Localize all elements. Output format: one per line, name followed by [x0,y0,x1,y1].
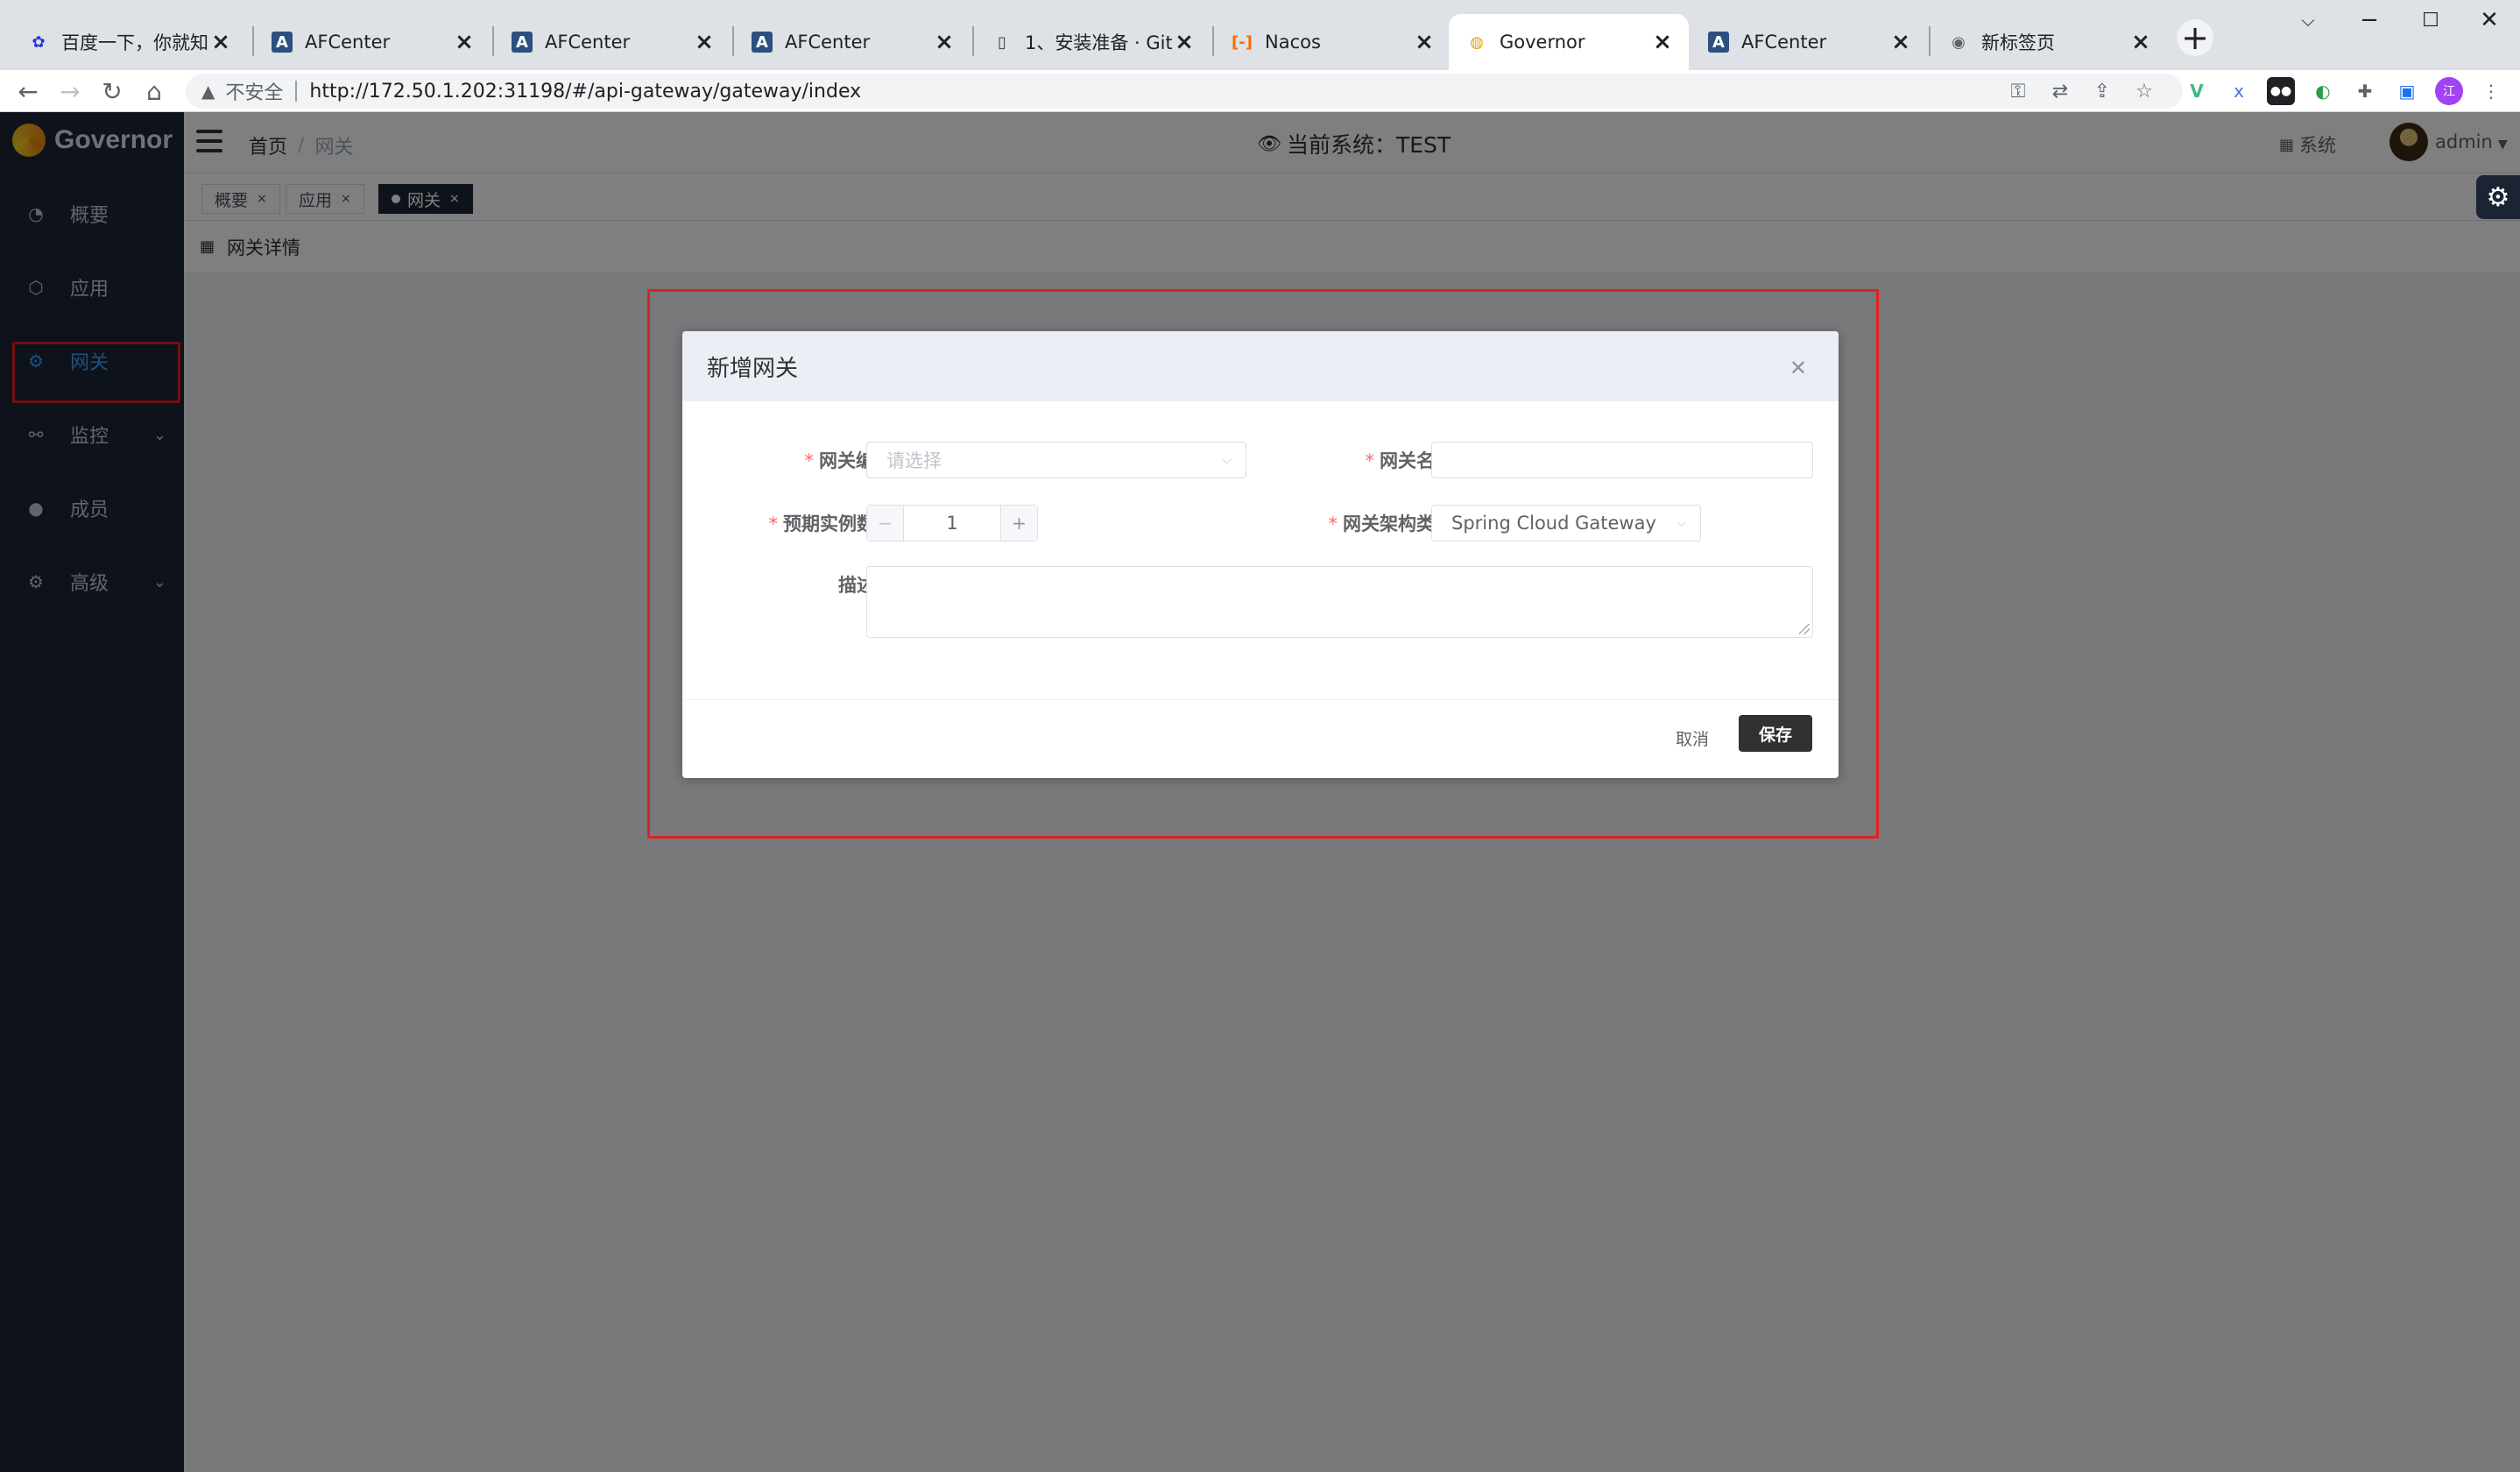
description-textarea[interactable] [866,566,1813,638]
browser-tab[interactable]: ▯ 1、安装准备 · GitBoo × [974,14,1211,70]
close-tab-icon[interactable]: × [1172,29,1196,55]
chevron-down-icon: ⌵ [1222,453,1232,467]
instances-stepper[interactable]: − 1 + [866,505,1038,541]
tab-title: AFCenter [545,32,631,53]
required-star: * [1365,450,1375,471]
gateway-name-label: * 网关名称 [1295,447,1454,473]
dialog-title: 新增网关 [707,355,799,382]
new-tab-button[interactable]: + [2177,18,2213,57]
extension-icon[interactable]: ●● [2267,77,2295,105]
required-star: * [804,450,815,471]
gateway-code-select[interactable]: 请选择 ⌵ [866,442,1246,478]
arch-type-select[interactable]: Spring Cloud Gateway ⌵ [1431,505,1701,541]
baidu-icon: ✿ [32,32,46,52]
resize-handle-icon[interactable] [1799,624,1810,634]
nacos-icon: [-] [1232,32,1253,52]
cancel-button-label: 取消 [1676,729,1710,749]
close-icon[interactable]: ✕ [1789,356,1807,380]
arch-type-label: * 网关架构类型 [1260,510,1454,536]
vue-devtools-icon[interactable]: V [2183,77,2211,105]
required-star: * [1328,513,1338,534]
close-window-icon[interactable]: ✕ [2459,0,2520,40]
tab-title: AFCenter [785,32,871,53]
tab-search-icon[interactable]: ⌵ [2277,0,2339,40]
browser-tab[interactable]: [-] Nacos × [1214,14,1451,70]
browser-toolbar: ← → ↻ ⌂ ▲ 不安全 http://172.50.1.202:31198/… [0,70,2520,112]
address-divider [295,81,298,102]
dialog-header: 新增网关 [682,331,1839,401]
tab-title: AFCenter [1741,32,1827,53]
book-icon: ▯ [998,32,1006,52]
globe-icon: ◉ [1952,32,1966,52]
tab-title: Nacos [1265,32,1321,53]
key-icon[interactable]: ⚿ [2001,74,2036,109]
browser-tab-strip: ✿ 百度一下，你就知道 × A AFCenter × A AFCenter × … [0,0,2520,70]
gateway-code-placeholder: 请选择 [886,450,942,471]
tab-title: 1、安装准备 · GitBoo [1025,32,1172,53]
close-tab-icon[interactable]: × [208,29,233,55]
dialog-footer-divider [682,699,1839,700]
tab-title: 百度一下，你就知道 [61,32,208,53]
home-icon[interactable]: ⌂ [137,74,172,109]
instances-label-text: 预期实例数 [783,513,875,534]
afcenter-icon: A [752,32,773,53]
increment-button[interactable]: + [1000,506,1037,541]
afcenter-icon: A [272,32,293,53]
instances-value[interactable]: 1 [904,506,1000,541]
arch-type-value: Spring Cloud Gateway [1451,513,1656,534]
back-icon[interactable]: ← [11,74,46,109]
afcenter-icon: A [512,32,533,53]
save-button-label: 保存 [1758,725,1792,745]
add-gateway-dialog: 新增网关 ✕ * 网关编码 请选择 ⌵ * 网关名称 * 预期实例数 − 1 + * 网… [682,331,1839,778]
chevron-down-icon: ⌵ [1676,516,1686,530]
close-tab-icon[interactable]: × [692,29,716,55]
browser-tab-active[interactable]: ◍ Governor × [1449,14,1689,70]
tab-title: AFCenter [305,32,391,53]
more-menu-icon[interactable]: ⋮ [2477,77,2505,105]
browser-tab[interactable]: ✿ 百度一下，你就知道 × [11,14,247,70]
governor-icon: ◍ [1470,32,1484,52]
x-extension-icon[interactable]: x [2225,77,2253,105]
gateway-name-input[interactable] [1431,442,1813,478]
afcenter-icon: A [1708,32,1729,53]
sidepanel-icon[interactable]: ▣ [2393,77,2421,105]
translate-icon[interactable]: ⇄ [2043,74,2078,109]
browser-tab[interactable]: A AFCenter × [494,14,731,70]
close-tab-icon[interactable]: × [1412,29,1436,55]
security-label: 不安全 [225,82,284,104]
browser-tab[interactable]: A AFCenter × [734,14,971,70]
browser-tab[interactable]: ◉ 新标签页 × [1931,14,2167,70]
close-tab-icon[interactable]: × [1650,29,1675,55]
browser-tab[interactable]: A AFCenter × [254,14,491,70]
share-icon[interactable]: ⇪ [2085,74,2120,109]
minimize-icon[interactable]: − [2339,0,2400,40]
globe-extension-icon[interactable]: ◐ [2309,77,2337,105]
puzzle-icon[interactable]: ✚ [2351,77,2379,105]
description-label: 描述 [735,571,875,598]
cancel-button[interactable]: 取消 [1676,720,1709,755]
maximize-icon[interactable]: ☐ [2400,0,2461,40]
bookmark-star-icon[interactable]: ☆ [2127,74,2162,109]
warning-icon: ▲ [201,81,215,102]
instances-label: * 预期实例数 [700,510,876,536]
close-tab-icon[interactable]: × [452,29,476,55]
forward-icon[interactable]: → [53,74,88,109]
decrement-button[interactable]: − [867,506,904,541]
close-tab-icon[interactable]: × [1888,29,1913,55]
tab-title: Governor [1500,32,1585,53]
close-tab-icon[interactable]: × [932,29,956,55]
tab-title: 新标签页 [1981,32,2055,53]
save-button[interactable]: 保存 [1739,715,1812,752]
url-text[interactable]: http://172.50.1.202:31198/#/api-gateway/… [309,81,861,103]
address-bar[interactable]: ▲ 不安全 http://172.50.1.202:31198/#/api-ga… [186,74,2183,109]
browser-tab[interactable]: A AFCenter × [1691,14,1927,70]
required-star: * [768,513,779,534]
gear-icon[interactable]: ⚙ [2476,175,2520,219]
new-tab-plus: + [2181,18,2209,57]
reload-icon[interactable]: ↻ [95,74,130,109]
close-tab-icon[interactable]: × [2128,29,2153,55]
profile-avatar[interactable]: 江 [2435,77,2463,105]
